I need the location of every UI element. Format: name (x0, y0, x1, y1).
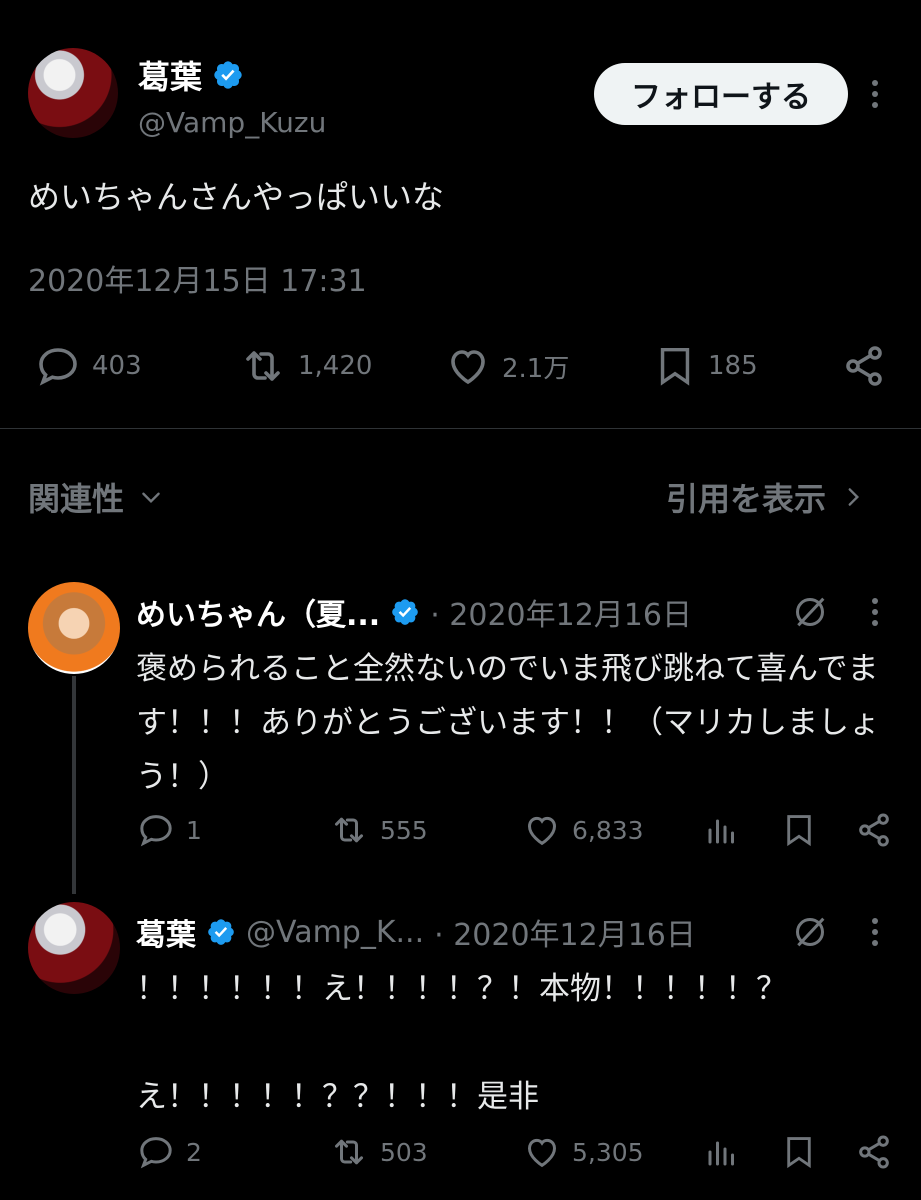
more-dots-icon[interactable] (872, 598, 878, 626)
retweet-button[interactable]: 1,420 (238, 342, 372, 390)
reply-timestamp[interactable]: · 2020年12月16日 (434, 910, 696, 954)
reply-timestamp[interactable]: · 2020年12月16日 (430, 590, 692, 634)
verified-badge-icon (390, 597, 420, 627)
reply-header: めいちゃん（夏... · 2020年12月16日 (136, 590, 692, 634)
chevron-right-icon (840, 484, 866, 510)
reply-icon (34, 342, 82, 390)
author-name-row: 葛葉 (138, 52, 244, 98)
bookmark-count: 185 (708, 351, 758, 381)
like-icon (522, 810, 562, 850)
reply-avatar[interactable] (28, 582, 120, 674)
reply-header: 葛葉 @Vamp_K... · 2020年12月16日 (136, 910, 696, 954)
bookmark-icon[interactable] (780, 1132, 818, 1172)
tweet-text: めいちゃんさんやっぱいいな (28, 178, 445, 216)
follow-button[interactable]: フォローする (594, 63, 848, 125)
share-icon[interactable] (840, 342, 888, 390)
verified-badge-icon (206, 917, 236, 947)
retweet-button[interactable]: 555 (328, 810, 428, 850)
more-dots-icon[interactable] (872, 918, 878, 946)
retweet-icon (328, 810, 370, 850)
tweet-timestamp[interactable]: 2020年12月15日 17:31 (28, 256, 367, 300)
like-icon (444, 342, 492, 390)
retweet-icon (238, 342, 288, 390)
retweet-count: 555 (380, 815, 428, 845)
bookmark-icon (652, 342, 698, 390)
sort-label: 関連性 (28, 480, 125, 518)
retweet-count: 1,420 (298, 351, 373, 381)
reply-handle[interactable]: @Vamp_K... (246, 915, 424, 950)
grok-icon[interactable] (790, 592, 830, 632)
reply-button[interactable]: 403 (34, 342, 142, 390)
reply-count: 1 (186, 815, 202, 845)
author-handle[interactable]: @Vamp_Kuzu (138, 106, 326, 139)
like-count: 5,305 (572, 1137, 644, 1167)
views-chart-icon[interactable] (704, 810, 740, 850)
grok-icon[interactable] (790, 912, 830, 952)
retweet-icon (328, 1132, 370, 1172)
like-button[interactable]: 6,833 (522, 810, 644, 850)
reply-button[interactable]: 2 (136, 1132, 202, 1172)
like-button[interactable]: 2.1万 (444, 342, 569, 390)
thread-line (72, 676, 76, 894)
chevron-down-icon (138, 484, 164, 510)
share-icon[interactable] (854, 1132, 894, 1172)
verified-badge-icon (212, 59, 244, 91)
reply-author-name[interactable]: めいちゃん（夏... (136, 590, 380, 634)
like-button[interactable]: 5,305 (522, 1132, 644, 1172)
divider (0, 428, 921, 429)
bookmark-button[interactable]: 185 (652, 342, 758, 390)
like-count: 2.1万 (502, 353, 570, 384)
views-chart-icon[interactable] (704, 1132, 740, 1172)
reply-avatar[interactable] (28, 902, 120, 994)
reply-text: 褒められること全然ないのでいま飛び跳ねて喜んでます！！！ありがとうございます！！… (136, 651, 880, 795)
reply-button[interactable]: 1 (136, 810, 202, 850)
reply-count: 403 (92, 351, 142, 381)
view-quotes-label: 引用を表示 (666, 480, 827, 518)
like-count: 6,833 (572, 815, 644, 845)
reply-count: 2 (186, 1137, 202, 1167)
view-quotes-link[interactable]: 引用を表示 (666, 474, 866, 520)
share-icon[interactable] (854, 810, 894, 850)
author-name[interactable]: 葛葉 (138, 52, 202, 98)
like-icon (522, 1132, 562, 1172)
sort-dropdown[interactable]: 関連性 (28, 474, 164, 520)
reply-text: ！！！！！！え！！！！？！本物！！！！！？ え！！！！！？？！！！是非 (136, 971, 787, 1115)
more-dots-icon[interactable] (872, 80, 878, 108)
reply-icon (136, 1132, 176, 1172)
reply-author-name[interactable]: 葛葉 (136, 910, 196, 954)
retweet-count: 503 (380, 1137, 428, 1167)
bookmark-icon[interactable] (780, 810, 818, 850)
retweet-button[interactable]: 503 (328, 1132, 428, 1172)
author-avatar[interactable] (28, 48, 118, 138)
reply-icon (136, 810, 176, 850)
